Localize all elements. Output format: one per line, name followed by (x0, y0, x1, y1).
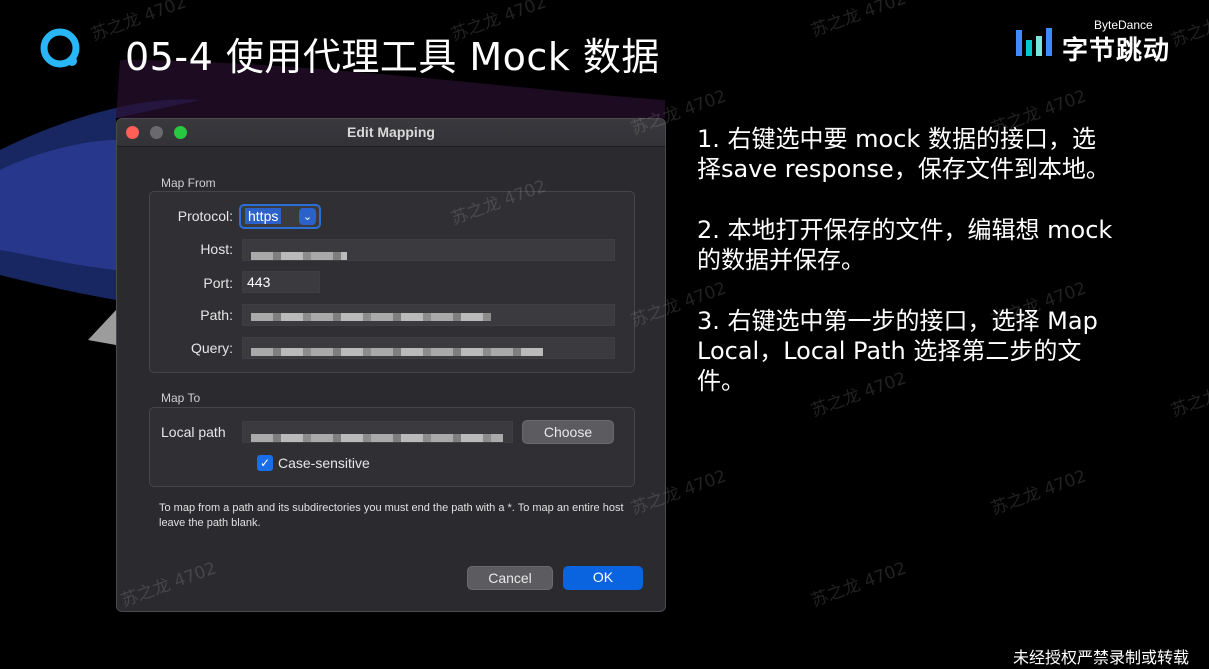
path-label: Path: (200, 307, 233, 323)
brand-cn: 字节跳动 (1062, 36, 1171, 66)
cancel-button[interactable]: Cancel (467, 566, 553, 590)
choose-button[interactable]: Choose (522, 420, 614, 444)
chevron-down-icon: ⌄ (299, 208, 316, 225)
host-label: Host: (200, 241, 233, 257)
dialog-title: Edit Mapping (347, 124, 435, 140)
query-label: Query: (190, 340, 233, 356)
help-text: To map from a path and its subdirectorie… (159, 502, 624, 529)
path-input[interactable] (242, 304, 615, 326)
local-path-input[interactable] (242, 421, 513, 443)
case-sensitive-checkbox[interactable]: ✓ (257, 455, 273, 471)
ok-button[interactable]: OK (563, 566, 643, 590)
edit-mapping-dialog: Edit Mapping Map From Protocol: https ⌄ … (116, 118, 666, 612)
port-value: 443 (247, 274, 271, 290)
port-label: Port: (203, 275, 233, 291)
protocol-value: https (245, 208, 282, 224)
host-redacted (251, 252, 347, 260)
note-step-1: 1. 右键选中要 mock 数据的接口，选择save response，保存文件… (697, 125, 1110, 183)
case-sensitive-label: Case-sensitive (278, 455, 370, 471)
host-input[interactable] (242, 239, 615, 261)
protocol-label: Protocol: (177, 208, 233, 224)
local-path-redacted (251, 434, 503, 442)
path-redacted (251, 313, 491, 321)
copyright-footer: 未经授权严禁录制或转载 (1012, 648, 1189, 667)
query-input[interactable] (242, 337, 615, 359)
map-from-label: Map From (161, 176, 216, 190)
port-input[interactable]: 443 (242, 271, 320, 293)
local-path-label: Local path (161, 424, 226, 440)
bytedance-bars-icon (1016, 28, 1052, 56)
map-to-group (149, 407, 635, 487)
map-to-label: Map To (161, 391, 201, 405)
query-redacted (251, 348, 543, 356)
dialog-titlebar: Edit Mapping (117, 119, 665, 147)
bytedance-logo: ByteDance 字节跳动 (1014, 18, 1184, 66)
app-logo-icon (40, 28, 80, 68)
note-step-2: 2. 本地打开保存的文件，编辑想 mock 的数据并保存。 (697, 216, 1113, 274)
protocol-select[interactable]: https ⌄ (239, 204, 321, 229)
slide-title: 05-4 使用代理工具 Mock 数据 (125, 35, 660, 79)
